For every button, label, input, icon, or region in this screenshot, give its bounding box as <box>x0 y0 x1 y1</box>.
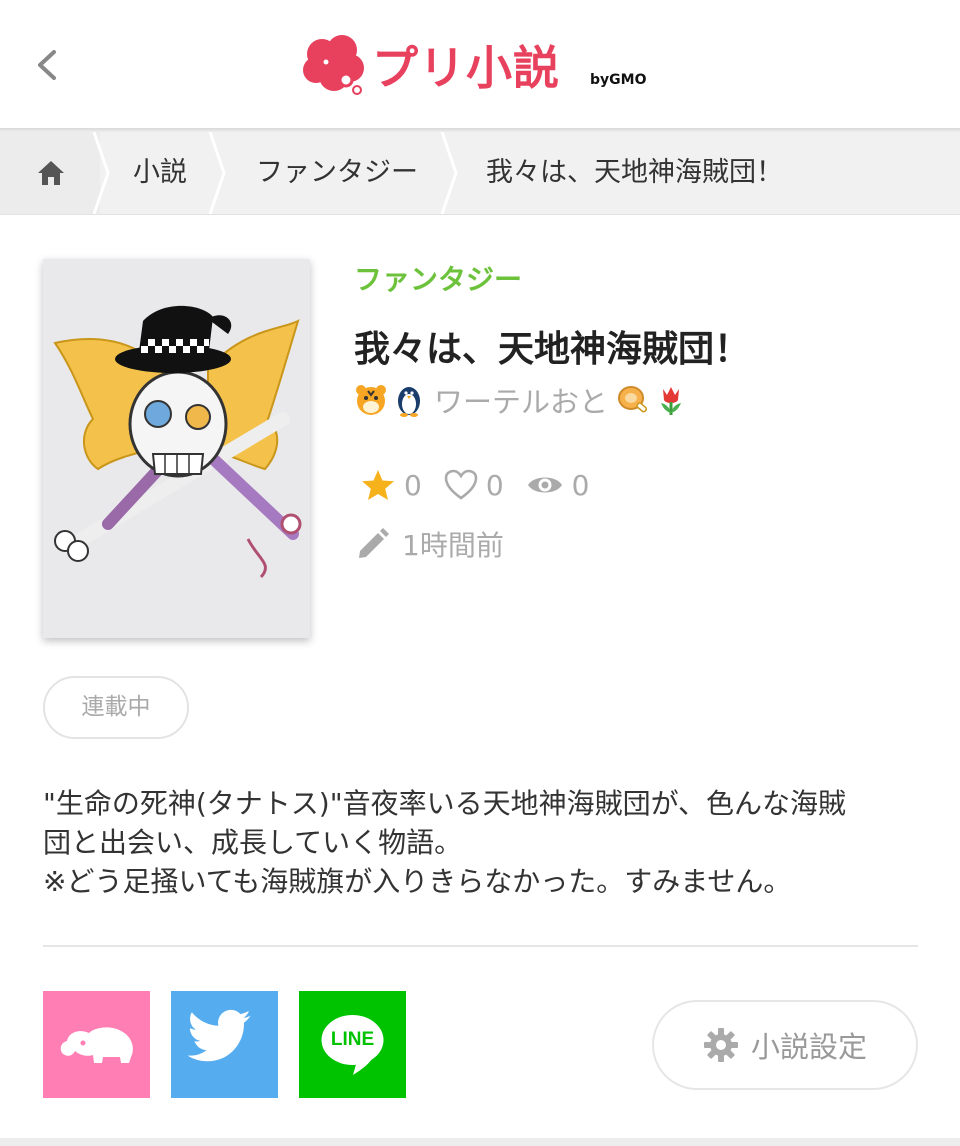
breadcrumb-item-novel[interactable]: 小説 <box>133 132 187 214</box>
author-name: ワーテルおと <box>434 385 609 419</box>
share-button-elephant[interactable] <box>43 991 150 1098</box>
novel-description: "生命の死神(タナトス)"音夜率いる天地神海賊団が、色んな海賊 団と出会い、成長… <box>43 784 923 901</box>
logo-text: プリ小説 <box>372 41 560 95</box>
back-button[interactable] <box>30 40 70 90</box>
novel-settings-button[interactable]: 小説設定 <box>652 1000 918 1090</box>
heart-icon[interactable] <box>444 469 478 501</box>
eye-icon <box>527 477 562 493</box>
gear-icon <box>703 1028 738 1062</box>
share-button-line[interactable]: LINE <box>299 991 406 1098</box>
description-line: "生命の死神(タナトス)"音夜率いる天地神海賊団が、色んな海賊 <box>43 787 847 820</box>
breadcrumb: 小説 ファンタジー 我々は、天地神海賊団！ <box>0 132 960 215</box>
twitter-bird-icon <box>187 1009 251 1062</box>
novel-cover-image[interactable] <box>43 259 310 638</box>
star-icon[interactable] <box>360 468 396 502</box>
home-icon <box>38 161 64 185</box>
novel-genre[interactable]: ファンタジー <box>354 258 522 298</box>
share-button-twitter[interactable] <box>171 991 278 1098</box>
site-logo[interactable]: プリ小説 byGMO <box>300 32 670 98</box>
updated-time: 1時間前 <box>402 529 504 562</box>
star-count: 0 <box>404 468 422 502</box>
tulip-emoji-icon <box>661 387 682 415</box>
like-count: 0 <box>485 468 504 502</box>
view-count: 0 <box>571 468 590 502</box>
breadcrumb-separator <box>208 132 226 214</box>
elephant-icon <box>60 1027 133 1063</box>
jolly-roger-illustration <box>53 305 302 579</box>
penguin-emoji-icon <box>398 387 420 417</box>
tiger-emoji-icon <box>356 385 386 415</box>
updated-info: 1時間前 <box>356 522 504 566</box>
app-header: プリ小説 byGMO <box>0 0 960 130</box>
description-line: 団と出会い、成長していく物語。 <box>43 826 463 859</box>
bottom-divider <box>0 1138 960 1146</box>
section-divider <box>43 945 918 947</box>
breadcrumb-item-current: 我々は、天地神海賊団！ <box>486 157 783 188</box>
logo-by-gmo: byGMO <box>590 72 647 88</box>
status-badge: 連載中 <box>43 676 189 739</box>
breadcrumb-item-genre[interactable]: ファンタジー <box>256 132 418 214</box>
pencil-icon <box>359 528 389 558</box>
novel-stats: 0 0 0 <box>360 463 611 507</box>
settings-label: 小説設定 <box>750 1030 867 1064</box>
chevron-left-icon <box>38 50 56 80</box>
breadcrumb-separator <box>440 132 458 214</box>
description-line: ※どう足掻いても海賊旗が入りきらなかった。すみません。 <box>43 865 792 898</box>
meat-emoji-icon <box>618 386 648 413</box>
breadcrumb-home[interactable] <box>0 132 100 214</box>
breadcrumb-separator <box>92 132 110 214</box>
line-label: LINE <box>330 1029 375 1050</box>
novel-title: 我々は、天地神海賊団！ <box>354 329 751 370</box>
author-link[interactable]: ワーテルおと <box>354 378 688 422</box>
flower-logo-icon <box>303 35 364 95</box>
